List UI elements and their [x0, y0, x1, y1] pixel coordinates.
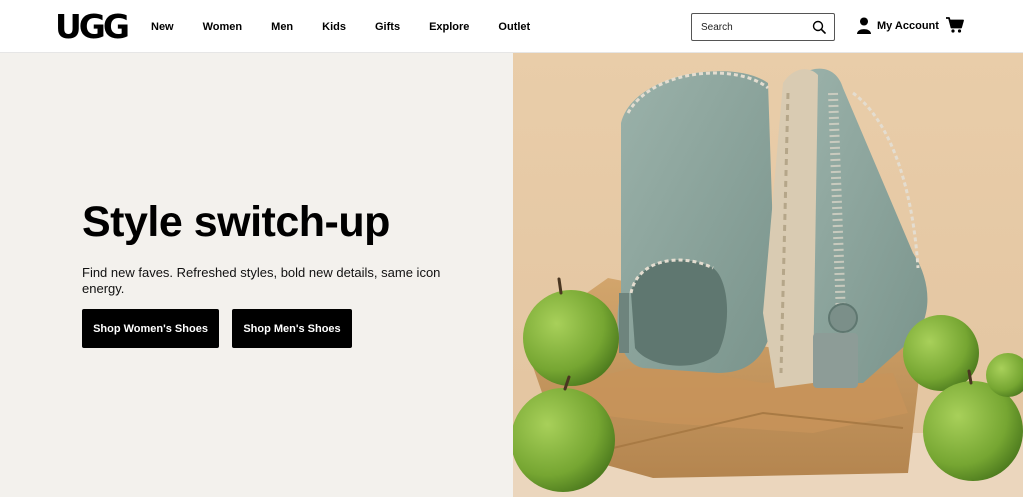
user-icon — [857, 17, 871, 34]
hero-subtitle: Find new faves. Refreshed styles, bold n… — [82, 265, 441, 296]
ugg-logo[interactable]: UGG — [55, 8, 130, 46]
site-header: UGG New Women Men Kids Gifts Explore Out… — [0, 0, 1023, 53]
my-account-label: My Account — [877, 19, 939, 32]
nav-item-explore[interactable]: Explore — [429, 21, 469, 33]
my-account-link[interactable]: My Account — [857, 17, 939, 34]
hero-title: Style switch-up — [82, 198, 390, 246]
main-nav: New Women Men Kids Gifts Explore Outlet — [151, 0, 559, 53]
search-box — [691, 13, 835, 41]
nav-item-men[interactable]: Men — [271, 21, 293, 33]
nav-item-new[interactable]: New — [151, 21, 174, 33]
nav-item-women[interactable]: Women — [203, 21, 243, 33]
search-input[interactable] — [701, 21, 806, 33]
nav-item-outlet[interactable]: Outlet — [498, 21, 530, 33]
cart-icon[interactable] — [946, 17, 964, 33]
search-icon[interactable] — [812, 20, 826, 34]
hero-photo-illustration — [513, 53, 1023, 497]
nav-item-gifts[interactable]: Gifts — [375, 21, 400, 33]
shop-mens-shoes-button[interactable]: Shop Men's Shoes — [232, 309, 352, 348]
hero-image[interactable] — [513, 53, 1023, 497]
nav-item-kids[interactable]: Kids — [322, 21, 346, 33]
shop-womens-shoes-button[interactable]: Shop Women's Shoes — [82, 309, 219, 348]
